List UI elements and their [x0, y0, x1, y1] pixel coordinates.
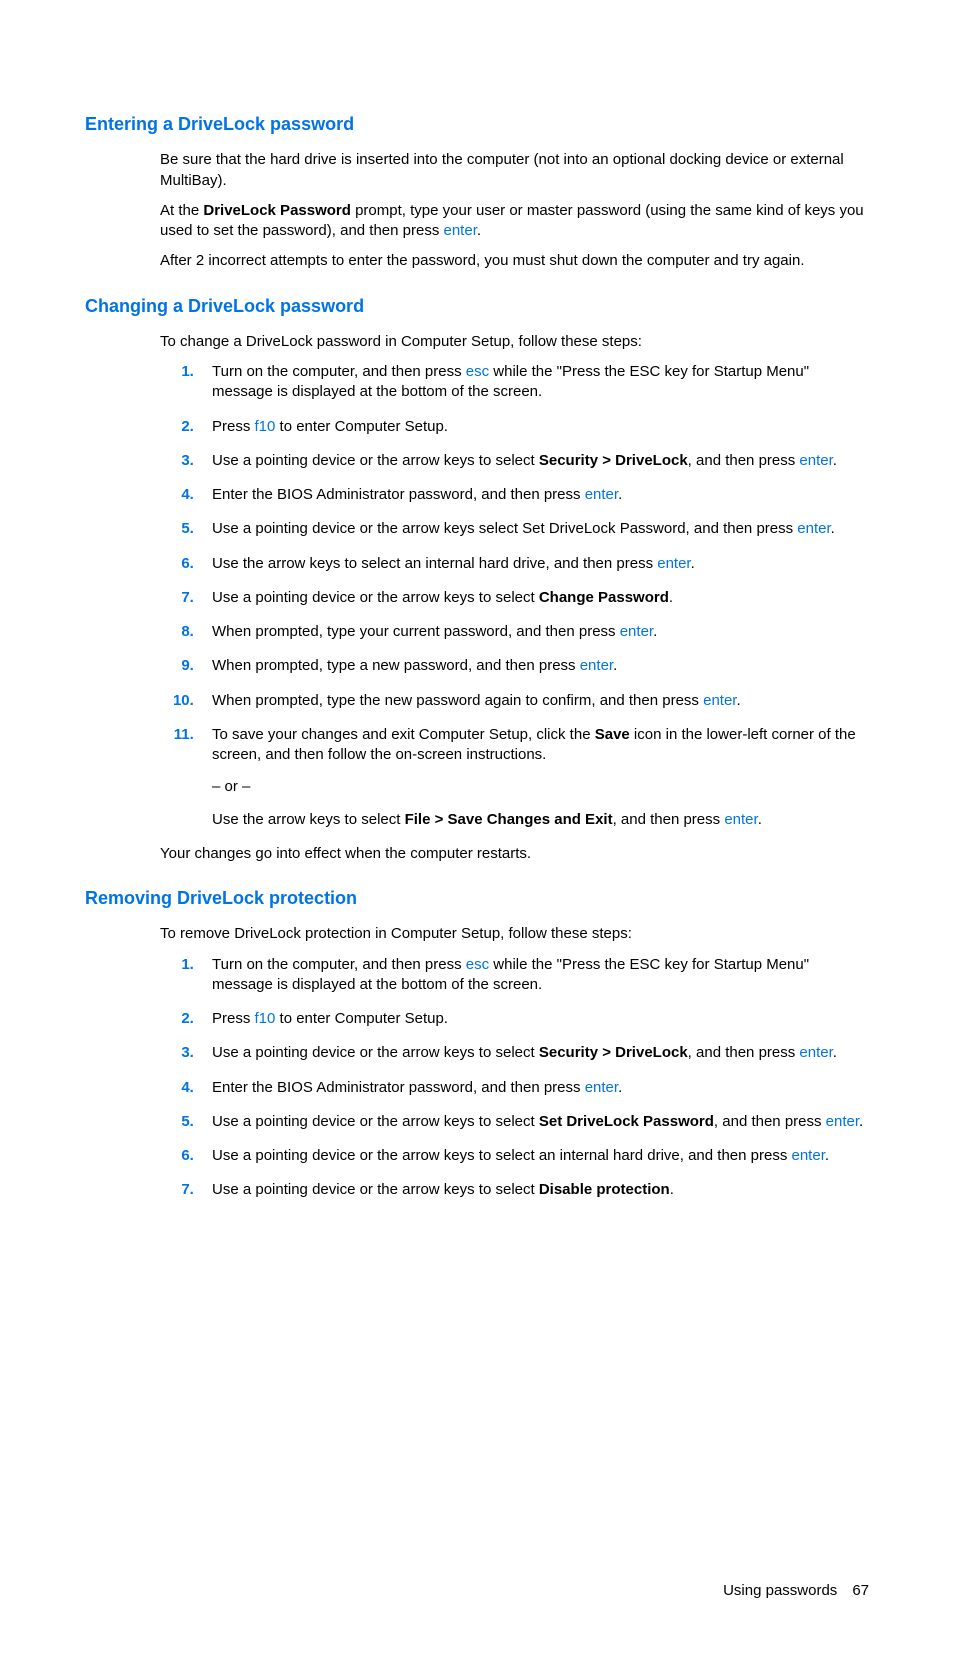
footer-section: Using passwords: [723, 1582, 837, 1599]
page-footer: Using passwords 67: [85, 1581, 874, 1601]
paragraph: To remove DriveLock protection in Comput…: [160, 924, 874, 944]
paragraph: At the DriveLock Password prompt, type y…: [160, 201, 874, 242]
key-esc: esc: [466, 363, 489, 380]
key-enter: enter: [585, 1079, 618, 1096]
list-item: Enter the BIOS Administrator password, a…: [198, 1078, 874, 1098]
page-number: 67: [852, 1582, 869, 1599]
key-enter: enter: [585, 486, 618, 503]
paragraph: To change a DriveLock password in Comput…: [160, 332, 874, 352]
key-esc: esc: [466, 956, 489, 973]
key-enter: enter: [703, 692, 736, 709]
list-item: Use a pointing device or the arrow keys …: [198, 1180, 874, 1200]
key-f10: f10: [255, 1010, 276, 1027]
key-f10: f10: [255, 418, 276, 435]
list-item: When prompted, type a new password, and …: [198, 656, 874, 676]
paragraph: Your changes go into effect when the com…: [160, 844, 874, 864]
paragraph: After 2 incorrect attempts to enter the …: [160, 251, 874, 271]
steps-list: Turn on the computer, and then press esc…: [198, 362, 874, 830]
list-item: Press f10 to enter Computer Setup.: [198, 417, 874, 437]
or-separator: – or –: [212, 777, 874, 797]
list-item: When prompted, type your current passwor…: [198, 622, 874, 642]
paragraph: Be sure that the hard drive is inserted …: [160, 150, 874, 191]
list-item: Enter the BIOS Administrator password, a…: [198, 485, 874, 505]
list-item: Use a pointing device or the arrow keys …: [198, 451, 874, 471]
key-enter: enter: [657, 555, 690, 572]
key-enter: enter: [724, 811, 757, 828]
key-enter: enter: [792, 1147, 825, 1164]
list-item: Use a pointing device or the arrow keys …: [198, 1043, 874, 1063]
heading-entering-drivelock: Entering a DriveLock password: [85, 112, 874, 136]
key-enter: enter: [580, 657, 613, 674]
list-item: Use the arrow keys to select an internal…: [198, 554, 874, 574]
list-item: When prompted, type the new password aga…: [198, 691, 874, 711]
list-item: To save your changes and exit Computer S…: [198, 725, 874, 830]
key-enter: enter: [826, 1113, 859, 1130]
key-enter: enter: [620, 623, 653, 640]
heading-removing-drivelock: Removing DriveLock protection: [85, 886, 874, 910]
list-item: Use a pointing device or the arrow keys …: [198, 1112, 874, 1132]
list-item: Use a pointing device or the arrow keys …: [198, 519, 874, 539]
key-enter: enter: [799, 452, 832, 469]
key-enter: enter: [444, 222, 477, 239]
list-item: Use a pointing device or the arrow keys …: [198, 588, 874, 608]
list-item: Turn on the computer, and then press esc…: [198, 362, 874, 403]
list-item: Use a pointing device or the arrow keys …: [198, 1146, 874, 1166]
key-enter: enter: [799, 1044, 832, 1061]
key-enter: enter: [797, 520, 830, 537]
list-item: Press f10 to enter Computer Setup.: [198, 1009, 874, 1029]
list-item: Turn on the computer, and then press esc…: [198, 955, 874, 996]
steps-list: Turn on the computer, and then press esc…: [198, 955, 874, 1201]
heading-changing-drivelock: Changing a DriveLock password: [85, 294, 874, 318]
